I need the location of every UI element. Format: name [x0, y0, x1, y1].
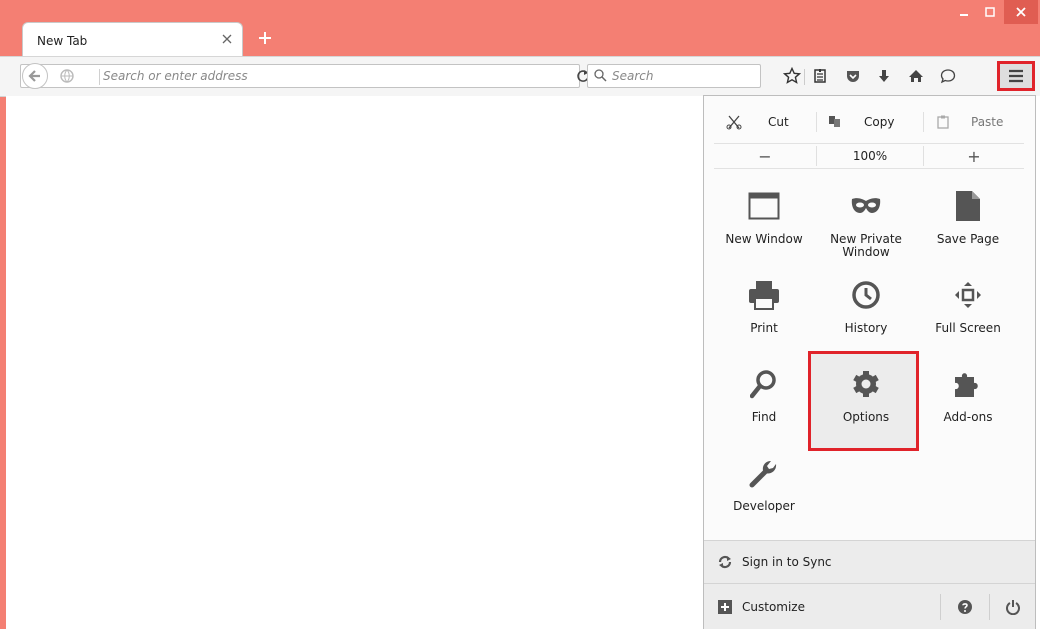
private-mask-icon	[851, 198, 881, 213]
customize-button[interactable]: Customize	[704, 584, 934, 629]
clock-icon	[852, 281, 880, 309]
wrench-icon	[749, 461, 777, 488]
options-button[interactable]: Options	[816, 367, 916, 447]
pocket-button[interactable]	[843, 66, 863, 86]
close-icon	[1016, 7, 1026, 17]
toolbar-separator	[804, 69, 805, 85]
tab-title: New Tab	[37, 34, 88, 48]
find-button[interactable]: Find	[714, 367, 814, 447]
quit-button[interactable]	[993, 592, 1033, 622]
url-separator	[99, 69, 100, 85]
print-button[interactable]: Print	[714, 278, 814, 358]
developer-button[interactable]: Developer	[714, 456, 814, 536]
copy-icon	[829, 116, 840, 127]
new-window-button[interactable]: New Window	[714, 189, 814, 269]
speech-bubble-icon	[940, 69, 956, 84]
close-tab-icon[interactable]	[220, 32, 234, 46]
download-arrow-icon	[879, 70, 889, 82]
full-screen-label: Full Screen	[935, 321, 1001, 335]
footer-separator	[989, 594, 990, 620]
edit-separator	[923, 112, 924, 132]
find-label: Find	[751, 410, 777, 424]
navigation-toolbar	[0, 56, 1040, 97]
magnifier-icon	[750, 370, 776, 399]
home-icon	[909, 70, 923, 82]
scissors-icon	[726, 115, 742, 130]
sync-icon	[718, 555, 732, 569]
copy-button[interactable]: Copy	[818, 110, 922, 134]
back-button[interactable]	[22, 63, 48, 89]
maximize-button[interactable]	[977, 0, 1003, 24]
open-menu-button[interactable]	[997, 61, 1035, 91]
new-tab-icon[interactable]	[257, 30, 273, 46]
cut-button[interactable]: Cut	[714, 110, 814, 134]
footer-separator	[940, 594, 941, 620]
search-bar[interactable]	[587, 64, 761, 88]
cut-label: Cut	[768, 115, 789, 129]
chat-button[interactable]	[938, 66, 958, 86]
history-label: History	[844, 321, 888, 335]
power-icon	[1006, 600, 1020, 615]
new-window-label: New Window	[725, 232, 803, 246]
app-menu-panel: Cut Copy Paste − 100% + New Window New P…	[703, 95, 1036, 629]
zoom-reset-button[interactable]: 100%	[817, 144, 923, 168]
paste-label: Paste	[971, 115, 1004, 129]
zoom-in-button[interactable]: +	[924, 144, 1024, 168]
bookmarks-menu-button[interactable]	[810, 66, 830, 86]
save-page-label: Save Page	[936, 232, 1000, 246]
sign-in-to-sync-button[interactable]: Sign in to Sync	[704, 540, 1035, 583]
copy-label: Copy	[864, 115, 895, 129]
zoom-out-button[interactable]: −	[714, 144, 816, 168]
close-window-button[interactable]	[1004, 0, 1038, 24]
help-icon	[958, 600, 972, 614]
new-private-window-label: New Private Window	[830, 232, 902, 259]
fullscreen-icon	[955, 282, 981, 308]
bookmark-star-button[interactable]	[782, 66, 802, 86]
customize-label: Customize	[742, 600, 805, 614]
history-button[interactable]: History	[816, 278, 916, 358]
new-private-window-button[interactable]: New Private Window	[816, 189, 916, 269]
address-input[interactable]	[103, 67, 543, 85]
customize-footer: Customize	[704, 583, 1035, 629]
tab-new-tab[interactable]: New Tab	[22, 22, 243, 58]
zoom-controls: − 100% +	[714, 143, 1024, 169]
developer-label: Developer	[733, 499, 795, 513]
sync-label: Sign in to Sync	[742, 555, 832, 569]
edit-controls: Cut Copy Paste	[714, 110, 1024, 134]
maximize-icon	[985, 7, 995, 17]
hamburger-menu-icon	[1009, 69, 1023, 83]
new-window-icon	[748, 192, 780, 220]
search-input[interactable]	[612, 67, 752, 85]
home-button[interactable]	[906, 66, 926, 86]
gear-icon	[853, 371, 879, 397]
full-screen-button[interactable]: Full Screen	[918, 278, 1018, 358]
save-page-icon	[956, 191, 980, 221]
downloads-button[interactable]	[874, 66, 894, 86]
paste-icon	[937, 115, 949, 129]
minimize-button[interactable]	[951, 0, 977, 24]
minimize-icon	[960, 14, 968, 16]
paste-button[interactable]: Paste	[925, 110, 1025, 134]
pocket-icon	[847, 71, 859, 82]
back-arrow-icon	[28, 70, 40, 82]
add-ons-button[interactable]: Add-ons	[918, 367, 1018, 447]
print-label: Print	[750, 321, 778, 335]
add-ons-label: Add-ons	[943, 410, 993, 424]
edit-separator	[816, 112, 817, 132]
help-button[interactable]	[945, 592, 985, 622]
search-icon	[594, 69, 607, 82]
options-label: Options	[842, 410, 890, 424]
save-page-button[interactable]: Save Page	[918, 189, 1018, 269]
puzzle-icon	[955, 373, 978, 397]
globe-icon	[60, 69, 74, 83]
plus-box-icon	[718, 600, 732, 614]
bookmarks-list-icon	[814, 69, 826, 83]
url-bar[interactable]	[20, 64, 589, 88]
star-icon	[783, 67, 801, 84]
printer-icon	[749, 281, 779, 310]
